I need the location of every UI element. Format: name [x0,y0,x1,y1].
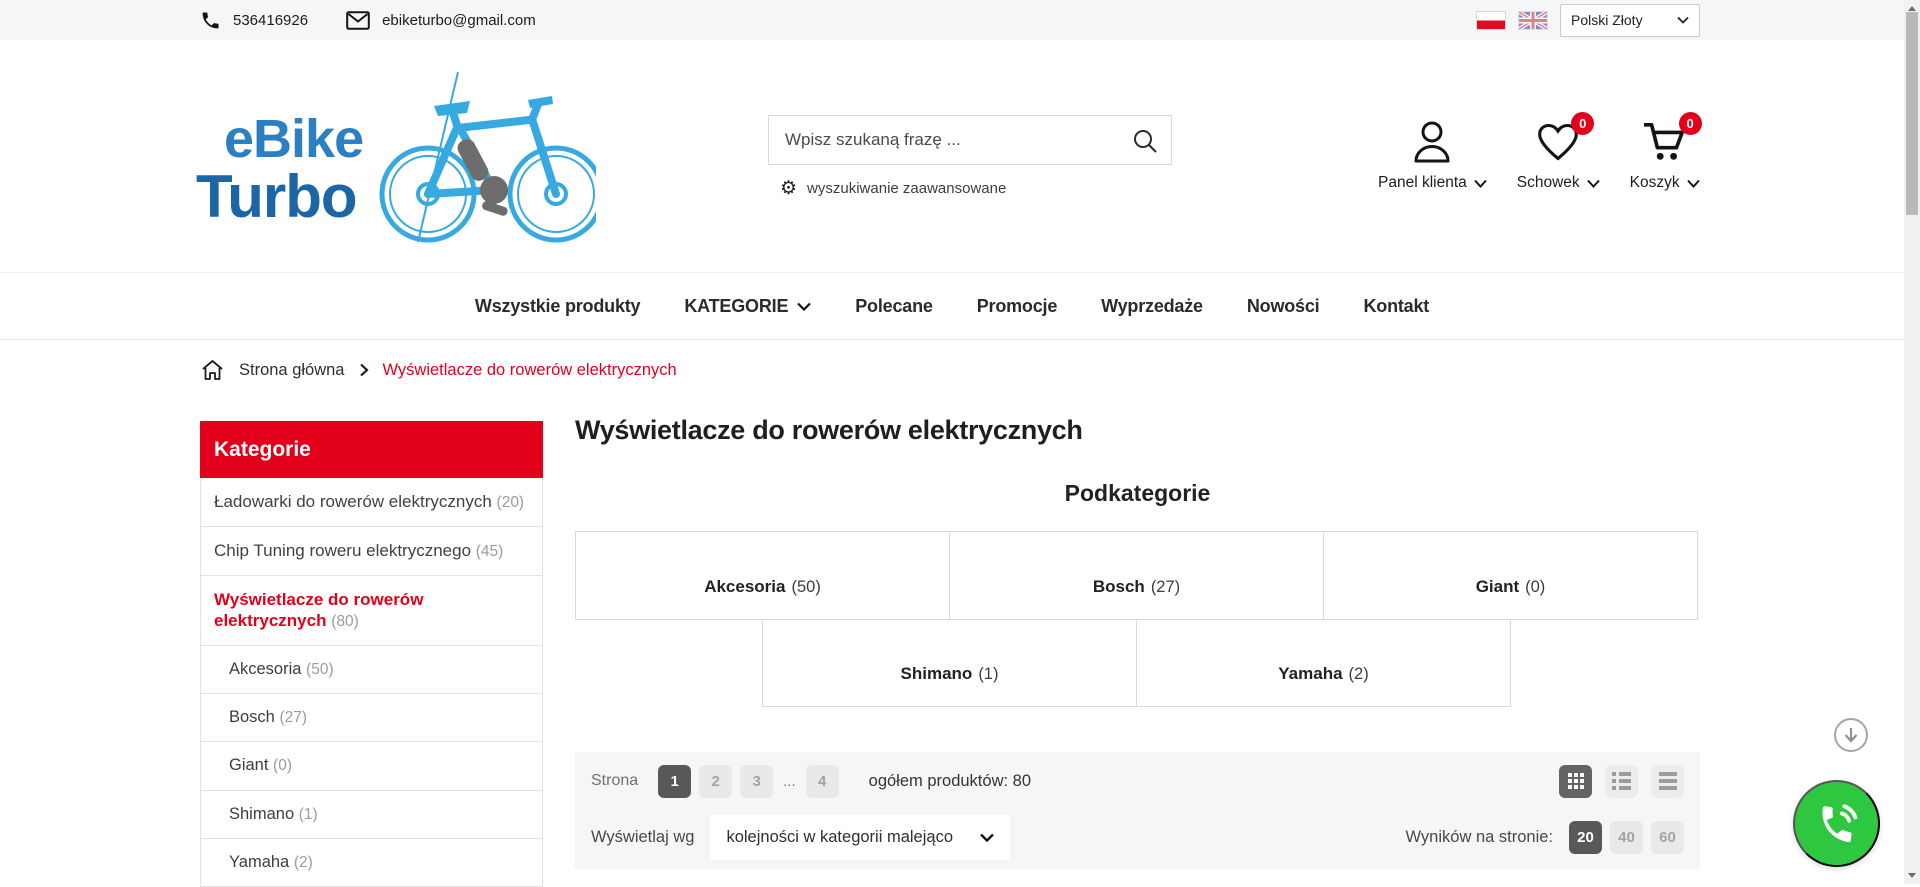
topbar-email-address: ebiketurbo@gmail.com [382,11,536,29]
chevron-down-icon [980,833,995,842]
bike-logo-icon [346,66,596,246]
sort-select[interactable]: kolejności w kategorii malejąco [710,815,1011,860]
breadcrumb: Strona główna Wyświetlacze do rowerów el… [200,358,677,382]
topbar-phone[interactable]: 536416926 [200,10,308,31]
chevron-down-icon [1586,179,1600,188]
currency-select[interactable]: Polski Złoty [1560,3,1700,37]
sidebar-item-displays[interactable]: Wyświetlacze do rowerów elektrycznych (8… [201,576,542,647]
flag-poland-icon[interactable] [1476,10,1506,30]
chevron-down-icon [1677,16,1689,24]
cart-count-badge: 0 [1678,112,1702,135]
nav-item-categories[interactable]: KATEGORIE [684,296,812,317]
topbar: 536416926 ebiketurbo@gmail.com Polski Zł… [0,0,1920,40]
sort-value: kolejności w kategorii malejąco [726,828,953,846]
phone-icon [200,10,221,31]
scrollbar-thumb[interactable] [1906,12,1918,215]
scrollbar-down-arrow[interactable] [1908,873,1916,878]
currency-value: Polski Złoty [1571,12,1643,28]
mail-icon [346,10,370,30]
nav-item-contact[interactable]: Kontakt [1363,296,1429,317]
breadcrumb-current[interactable]: Wyświetlacze do rowerów elektrycznych [383,361,677,380]
nav-item-all-products[interactable]: Wszystkie produkty [475,296,641,317]
topbar-phone-number: 536416926 [233,11,309,29]
subcategories-heading: Podkategorie [1064,480,1211,506]
breadcrumb-separator-icon [359,363,369,377]
account-label: Panel klienta [1378,174,1467,191]
grid-view-button[interactable] [1559,764,1592,798]
pagination-ellipsis: ... [783,772,796,790]
sidebar-title: Kategorie [200,421,543,478]
advanced-search-link[interactable]: ⚙ wyszukiwanie zaawansowane [780,179,1172,198]
per-page-20-button[interactable]: 20 [1569,821,1602,854]
search-icon [1132,128,1164,154]
logo-text-ebike: eBike [224,109,364,169]
nav-item-recommended[interactable]: Polecane [855,296,933,317]
scroll-down-button[interactable] [1834,718,1868,752]
phone-call-icon [1814,801,1860,847]
gear-icon: ⚙ [780,178,798,199]
chevron-down-icon [1686,179,1700,188]
search-block: ⚙ wyszukiwanie zaawansowane [768,115,1172,198]
subcategory-tile-giant[interactable]: Giant (0) [1323,531,1698,620]
list-view-icon [1612,772,1631,790]
nav-item-promotions[interactable]: Promocje [977,296,1058,317]
per-page-label: Wyników na stronie: [1405,828,1554,846]
categories-sidebar: Kategorie Ładowarki do rowerów elektrycz… [200,421,543,887]
logo[interactable]: eBike Turbo [196,66,596,246]
scrollbar-up-arrow[interactable] [1908,6,1916,11]
logo-text-turbo: Turbo [196,163,357,230]
wishlist-count-badge: 0 [1571,112,1595,135]
subcategory-tile-yamaha[interactable]: Yamaha (2) [1136,619,1511,707]
subcategory-tile-shimano[interactable]: Shimano (1) [762,619,1137,707]
compact-view-button[interactable] [1651,764,1684,798]
sidebar-item-bosch[interactable]: Bosch (27) [201,694,542,743]
topbar-email[interactable]: ebiketurbo@gmail.com [346,10,536,30]
home-icon[interactable] [200,358,225,382]
compact-view-icon [1658,772,1677,790]
header: eBike Turbo Wpisz szukaną frazę ... ⚙ wy… [0,40,1920,272]
chevron-down-icon [797,302,812,311]
main-navigation: Wszystkie produkty KATEGORIE Polecane Pr… [0,272,1904,340]
page-button-2[interactable]: 2 [699,764,733,798]
wishlist-menu[interactable]: 0 Schowek [1516,112,1600,192]
per-page-60-button[interactable]: 60 [1651,821,1684,854]
advanced-search-label: wyszukiwanie zaawansowane [807,180,1007,197]
nav-item-new[interactable]: Nowości [1247,296,1320,317]
cart-label: Koszyk [1629,174,1680,191]
search-button[interactable] [1132,125,1164,157]
sidebar-item-akcesoria[interactable]: Akcesoria (50) [201,646,542,695]
listing-toolbar: Strona 1 2 3 ... 4 ogółem produktów: 80 [575,752,1700,869]
page-button-3[interactable]: 3 [740,764,774,798]
wishlist-label: Schowek [1516,174,1580,191]
per-page-40-button[interactable]: 40 [1610,821,1643,854]
sidebar-item-yamaha[interactable]: Yamaha (2) [201,839,542,887]
page-button-4[interactable]: 4 [805,764,839,798]
nav-item-clearance[interactable]: Wyprzedaże [1101,296,1203,317]
flag-uk-icon[interactable] [1518,10,1548,30]
chevron-down-icon [1474,179,1487,188]
user-icon [1410,119,1454,165]
subcategory-tile-bosch[interactable]: Bosch (27) [949,531,1324,620]
sort-label: Wyświetlaj wg [591,828,695,846]
page-title: Wyświetlacze do rowerów elektrycznych [575,415,1083,445]
sidebar-item-chargers[interactable]: Ładowarki do rowerów elektrycznych (20) [201,478,542,527]
call-widget-button[interactable] [1793,780,1880,867]
page-button-1[interactable]: 1 [658,764,692,798]
breadcrumb-home-link[interactable]: Strona główna [239,361,345,380]
sidebar-item-chip-tuning[interactable]: Chip Tuning roweru elektrycznego (45) [201,527,542,576]
search-input[interactable] [768,115,1172,165]
sidebar-item-shimano[interactable]: Shimano (1) [201,791,542,839]
sidebar-item-giant[interactable]: Giant (0) [201,742,542,791]
arrow-down-icon [1843,726,1859,744]
pagination-label: Strona [591,772,639,789]
account-menu[interactable]: Panel klienta [1378,118,1487,192]
grid-view-icon [1567,773,1584,789]
main-content: Wyświetlacze do rowerów elektrycznych Po… [575,415,1700,884]
products-total: ogółem produktów: 80 [868,771,1032,790]
cart-menu[interactable]: 0 Koszyk [1629,112,1702,192]
scrollbar[interactable] [1904,0,1920,884]
subcategory-tile-akcesoria[interactable]: Akcesoria (50) [575,531,950,620]
list-view-button[interactable] [1605,764,1638,798]
